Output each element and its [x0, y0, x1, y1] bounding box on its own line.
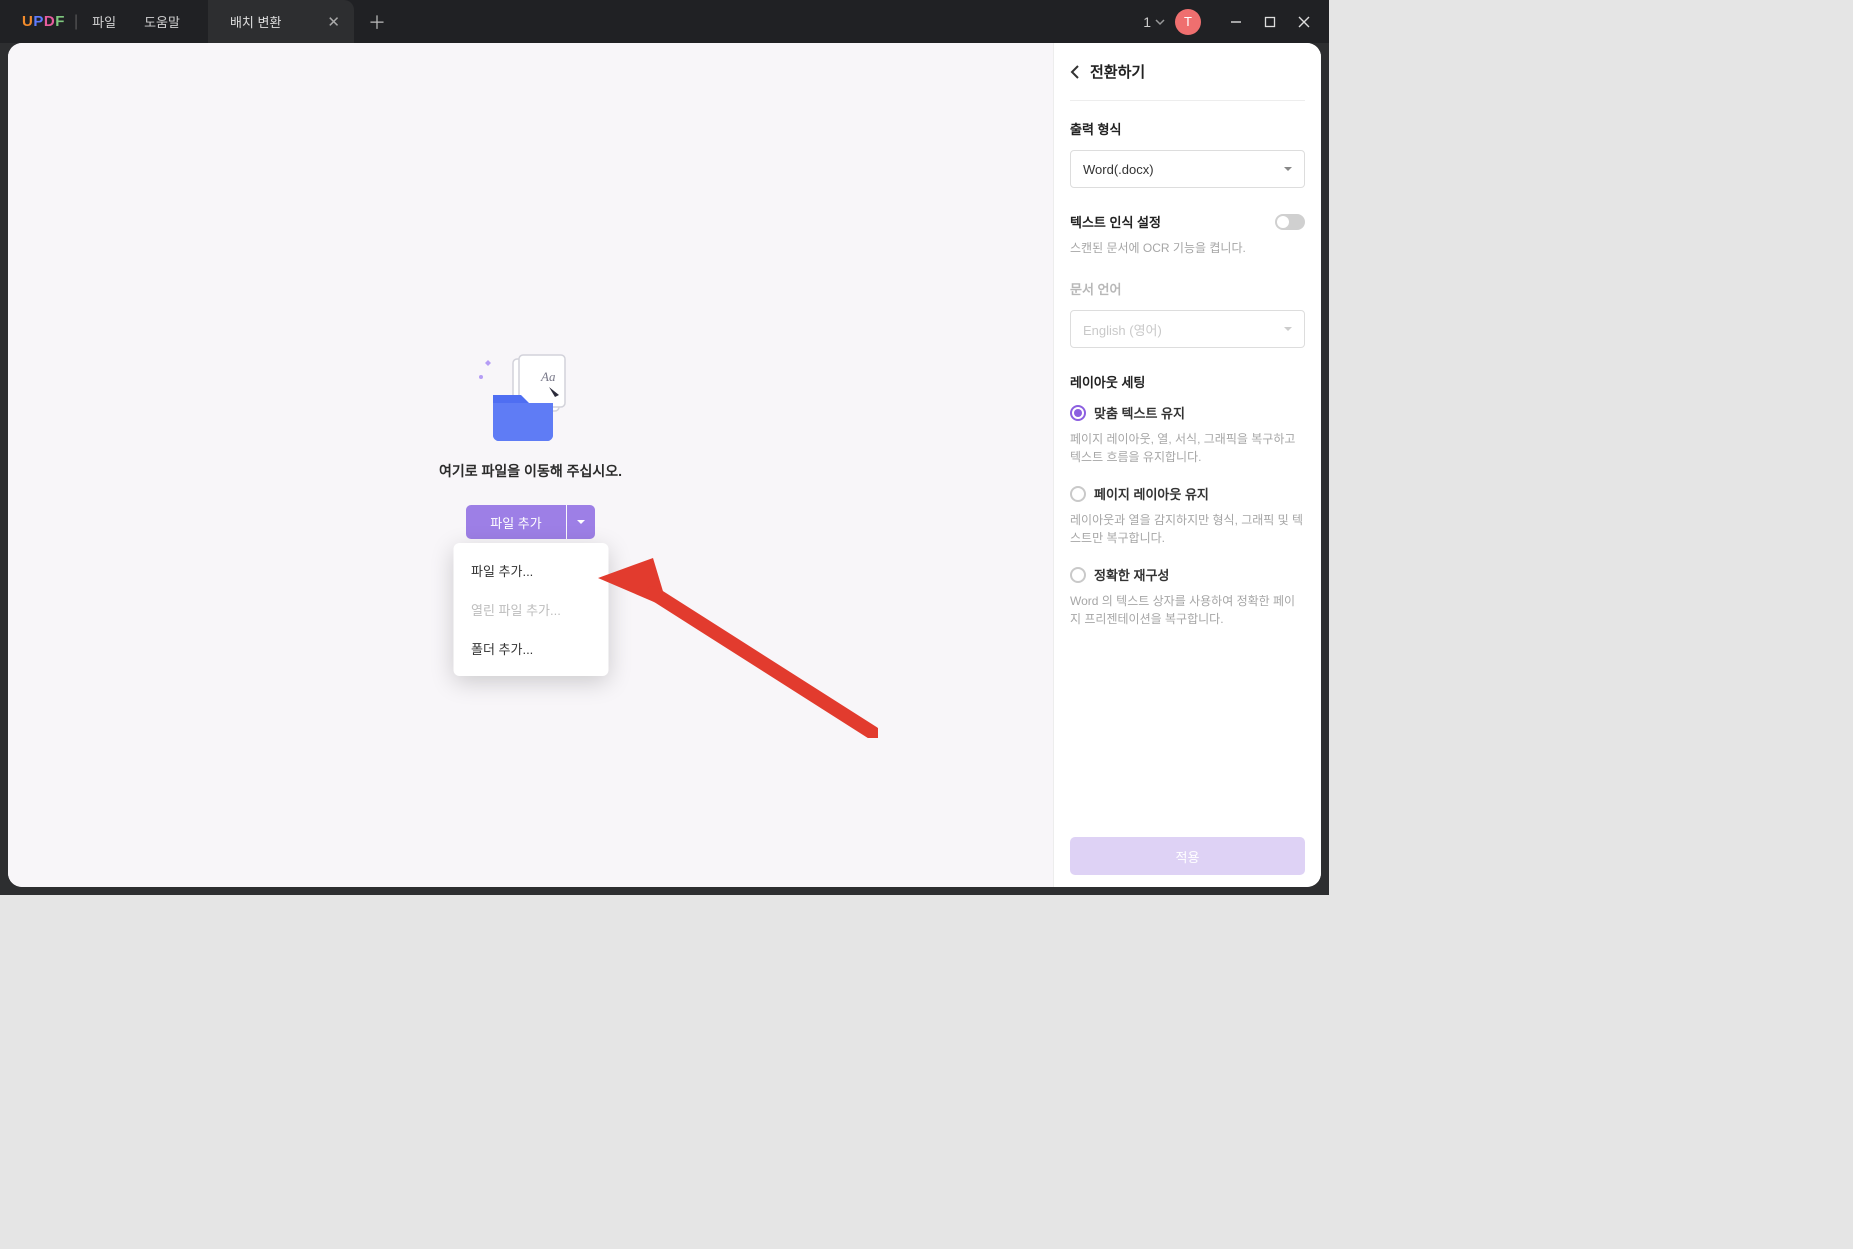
close-icon: [1298, 16, 1310, 28]
app-logo: UPDF: [0, 13, 60, 30]
tab-batch-convert[interactable]: 배치 변환 ✕: [208, 0, 354, 43]
separator: |: [74, 13, 78, 31]
maximize-button[interactable]: [1253, 7, 1287, 37]
main-panel: Aa 여기로 파일을 이동해 주십시오. 파일 추가: [8, 43, 1053, 887]
add-file-dropdown: 파일 추가... 열린 파일 추가... 폴더 추가...: [453, 543, 608, 676]
count-value: 1: [1143, 14, 1151, 30]
titlebar: UPDF | 파일 도움말 배치 변환 ✕ ＋ 1 T: [0, 0, 1329, 43]
doc-lang-select: English (영어): [1070, 310, 1305, 348]
tab-title: 배치 변환: [230, 12, 281, 31]
dropzone-hint: 여기로 파일을 이동해 주십시오.: [439, 461, 622, 481]
close-button[interactable]: [1287, 7, 1321, 37]
minimize-icon: [1230, 16, 1242, 28]
ocr-hint: 스캔된 문서에 OCR 기능을 켭니다.: [1070, 239, 1305, 257]
add-file-caret[interactable]: [567, 505, 595, 539]
close-icon[interactable]: ✕: [327, 13, 340, 31]
radio-label: 맞춤 텍스트 유지: [1094, 403, 1185, 422]
radio-exact[interactable]: 정확한 재구성: [1070, 565, 1305, 584]
add-file-button-label[interactable]: 파일 추가: [466, 505, 565, 539]
back-icon[interactable]: [1070, 65, 1080, 79]
add-file-split-button[interactable]: 파일 추가: [466, 505, 594, 539]
radio-icon: [1070, 486, 1086, 502]
radio-label: 정확한 재구성: [1094, 565, 1169, 584]
logo-letter: U: [22, 13, 33, 30]
dropzone[interactable]: Aa 여기로 파일을 이동해 주십시오. 파일 추가: [439, 353, 622, 539]
annotation-arrow-icon: [598, 558, 878, 738]
avatar[interactable]: T: [1175, 9, 1201, 35]
radio-icon: [1070, 567, 1086, 583]
doc-lang-label: 문서 언어: [1070, 279, 1305, 298]
output-format-value: Word(.docx): [1083, 162, 1154, 177]
logo-letter: D: [44, 13, 55, 30]
ocr-label: 텍스트 인식 설정: [1070, 212, 1161, 231]
ocr-toggle[interactable]: [1275, 214, 1305, 230]
count-dropdown[interactable]: 1: [1143, 14, 1165, 30]
dd-add-open-file: 열린 파일 추가...: [453, 590, 608, 629]
logo-letter: F: [55, 13, 65, 30]
side-title: 전환하기: [1090, 61, 1145, 82]
inner-frame: Aa 여기로 파일을 이동해 주십시오. 파일 추가: [8, 43, 1321, 887]
side-header[interactable]: 전환하기: [1070, 61, 1305, 101]
dd-add-folder[interactable]: 폴더 추가...: [453, 629, 608, 668]
caret-down-icon: [1284, 165, 1292, 173]
layout-label: 레이아웃 세팅: [1070, 372, 1305, 391]
caret-down-icon: [1284, 325, 1292, 333]
dd-add-file[interactable]: 파일 추가...: [453, 551, 608, 590]
new-tab-button[interactable]: ＋: [368, 9, 386, 35]
svg-text:Aa: Aa: [540, 369, 556, 384]
folder-illustration-icon: Aa: [471, 353, 591, 443]
radio-keep-layout[interactable]: 페이지 레이아웃 유지: [1070, 484, 1305, 503]
output-format-select[interactable]: Word(.docx): [1070, 150, 1305, 188]
radio-label: 페이지 레이아웃 유지: [1094, 484, 1209, 503]
side-panel: 전환하기 출력 형식 Word(.docx) 텍스트 인식 설정 스캔된 문서에…: [1053, 43, 1321, 887]
content-area: Aa 여기로 파일을 이동해 주십시오. 파일 추가: [0, 43, 1329, 895]
app-window: UPDF | 파일 도움말 배치 변환 ✕ ＋ 1 T: [0, 0, 1329, 895]
output-format-label: 출력 형식: [1070, 119, 1305, 138]
radio-hint: Word 의 텍스트 상자를 사용하여 정확한 페이지 프리젠테이션을 복구합니…: [1070, 592, 1305, 628]
radio-icon: [1070, 405, 1086, 421]
radio-hint: 레이아웃과 열을 감지하지만 형식, 그래픽 및 텍스트만 복구합니다.: [1070, 511, 1305, 547]
doc-lang-value: English (영어): [1083, 320, 1162, 339]
minimize-button[interactable]: [1219, 7, 1253, 37]
caret-down-icon: [577, 518, 585, 526]
chevron-down-icon: [1155, 17, 1165, 27]
apply-button[interactable]: 적용: [1070, 837, 1305, 875]
logo-letter: P: [33, 13, 44, 30]
menu-file[interactable]: 파일: [92, 12, 116, 31]
radio-hint: 페이지 레이아웃, 열, 서식, 그래픽을 복구하고 텍스트 흐름을 유지합니다…: [1070, 430, 1305, 466]
menu-help[interactable]: 도움말: [144, 12, 180, 31]
radio-keep-text[interactable]: 맞춤 텍스트 유지: [1070, 403, 1305, 422]
maximize-icon: [1264, 16, 1276, 28]
